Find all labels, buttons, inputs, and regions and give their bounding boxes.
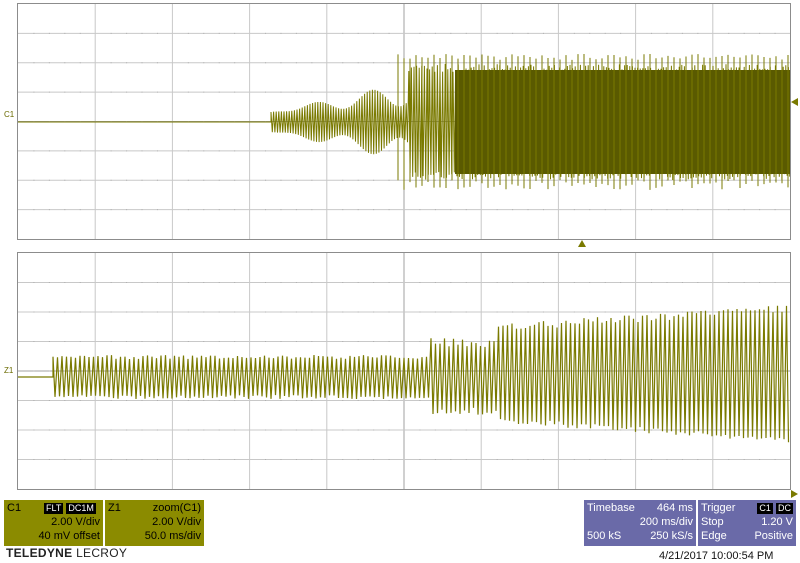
c1-descriptor-box[interactable]: C1 FLT DC1M 2.00 V/div 40 mV offset — [4, 500, 103, 546]
c1-channel-marker: C1 — [4, 110, 15, 119]
c1-offset: 40 mV offset — [38, 530, 100, 542]
trigger-level: 1.20 V — [761, 516, 793, 528]
trigger-state: Stop — [701, 516, 724, 528]
timebase-arrow-marker — [791, 490, 798, 498]
timebase-label: Timebase — [587, 502, 635, 514]
c1-waveform-grid[interactable] — [17, 3, 791, 240]
z1-channel-marker: Z1 — [4, 366, 14, 375]
z1-trace — [18, 305, 790, 443]
c1-name: C1 — [7, 502, 22, 514]
brand-logo: TELEDYNE LECROY — [6, 546, 128, 560]
c1-vdiv: 2.00 V/div — [51, 516, 100, 528]
timestamp: 4/21/2017 10:00:54 PM — [659, 550, 774, 562]
timebase-tdiv: 200 ms/div — [639, 516, 693, 528]
trigger-coupling-tag: DC — [776, 503, 793, 514]
trigger-level-marker[interactable] — [791, 98, 798, 106]
timebase-rate: 250 kS/s — [650, 530, 693, 542]
z1-waveform-svg — [18, 253, 790, 489]
c1-waveform-svg — [18, 4, 790, 239]
z1-source: zoom(C1) — [152, 502, 201, 514]
trigger-box[interactable]: Trigger C1 DC Stop 1.20 V Edge Positive — [698, 500, 796, 546]
trigger-slope: Positive — [754, 530, 793, 542]
z1-tdiv: 50.0 ms/div — [144, 530, 201, 542]
grid-lines — [18, 253, 790, 489]
z1-waveform-grid[interactable] — [17, 252, 791, 490]
trigger-source-tag: C1 — [757, 503, 773, 514]
c1-coupling-tag: DC1M — [66, 503, 96, 514]
trigger-label: Trigger — [701, 502, 736, 514]
z1-vdiv: 2.00 V/div — [152, 516, 201, 528]
timebase-box[interactable]: Timebase 464 ms 200 ms/div 500 kS 250 kS… — [584, 500, 696, 546]
timebase-samples: 500 kS — [587, 530, 622, 542]
timebase-offset: 464 ms — [656, 502, 693, 514]
c1-filter-tag: FLT — [44, 503, 64, 514]
trigger-position-marker[interactable] — [578, 240, 586, 247]
z1-name: Z1 — [108, 502, 121, 514]
trigger-type: Edge — [701, 530, 727, 542]
z1-descriptor-box[interactable]: Z1 zoom(C1) 2.00 V/div 50.0 ms/div — [105, 500, 204, 546]
